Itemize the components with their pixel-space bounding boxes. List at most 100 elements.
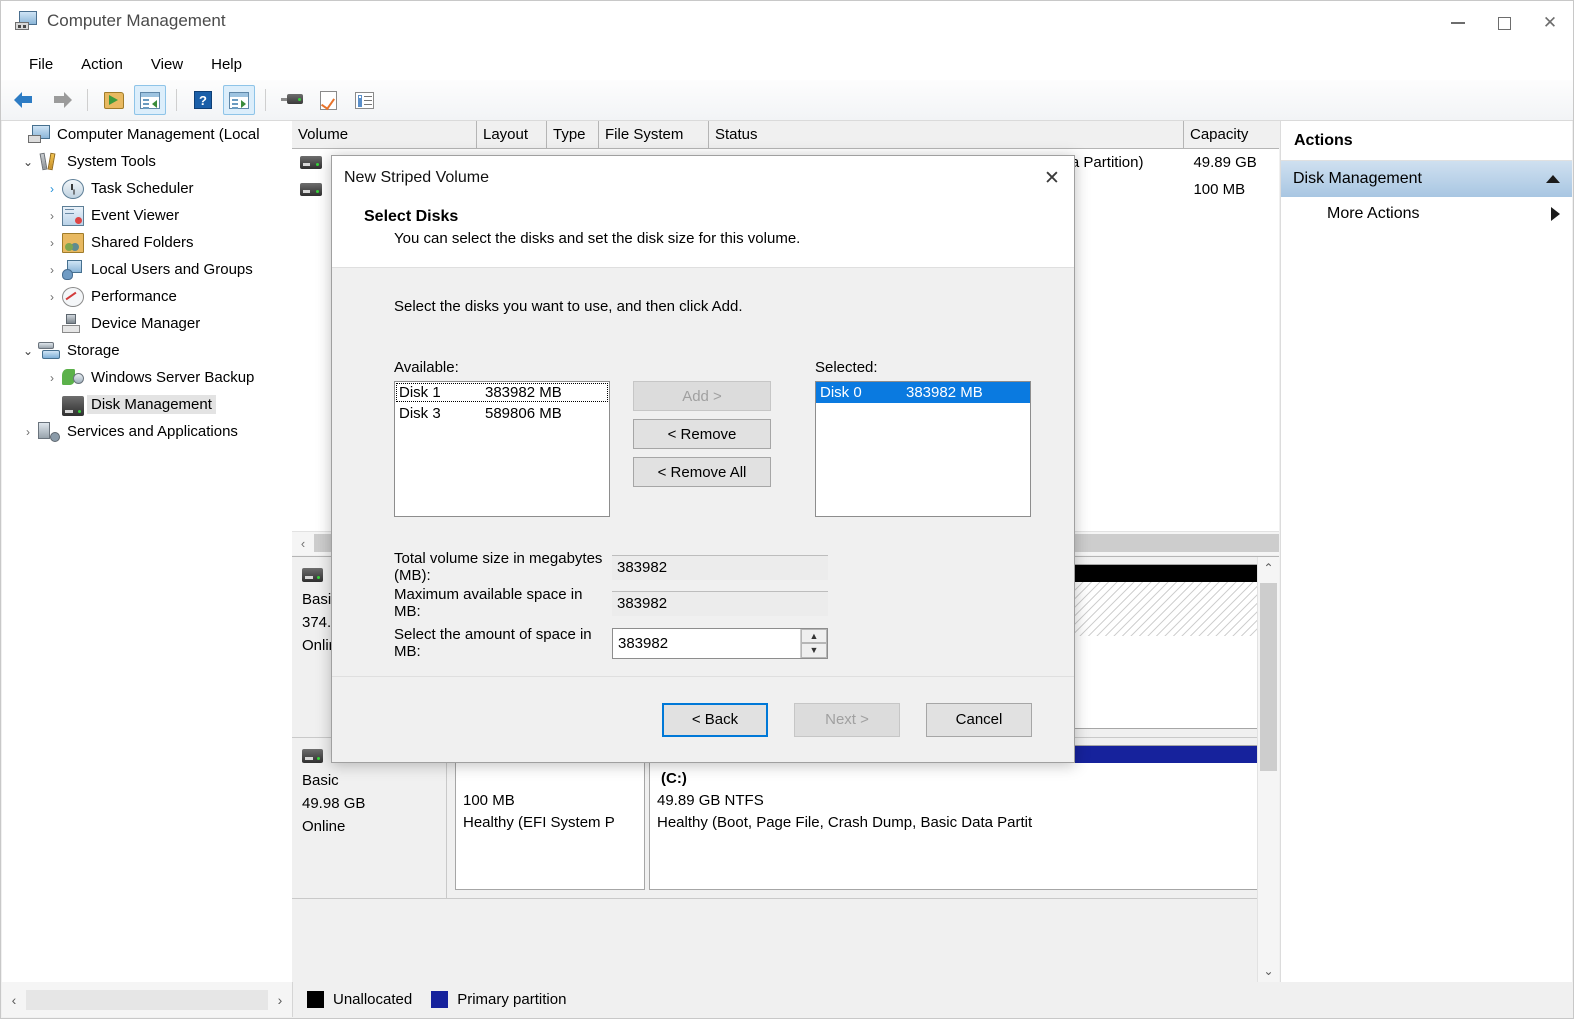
tree-item-computer-management[interactable]: Computer Management (Local	[2, 121, 292, 148]
stepper-down-icon[interactable]: ▼	[801, 643, 827, 658]
column-header-status[interactable]: Status	[709, 121, 1184, 148]
clock-icon	[62, 179, 84, 199]
scroll-up-icon[interactable]: ⌃	[1258, 557, 1279, 579]
list-view-button[interactable]	[348, 85, 380, 115]
list-view-icon	[355, 92, 374, 109]
available-label: Available:	[394, 359, 610, 376]
tree-item-services-and-applications[interactable]: › Services and Applications	[2, 418, 292, 445]
list-item[interactable]: Disk 3 589806 MB	[395, 403, 609, 424]
show-action-pane-button[interactable]	[223, 85, 255, 115]
column-header-type[interactable]: Type	[547, 121, 599, 148]
select-amount-of-space-stepper[interactable]: 383982 ▲ ▼	[612, 628, 828, 659]
tree-item-disk-management[interactable]: Disk Management	[2, 391, 292, 418]
column-header-layout[interactable]: Layout	[477, 121, 547, 148]
menu-view[interactable]: View	[137, 53, 197, 76]
minimize-button[interactable]	[1435, 1, 1481, 45]
column-header-capacity[interactable]: Capacity	[1184, 121, 1272, 148]
cancel-button[interactable]: Cancel	[926, 703, 1032, 737]
tree-item-performance[interactable]: › Performance	[2, 283, 292, 310]
next-button[interactable]: Next >	[794, 703, 900, 737]
remove-all-button[interactable]: < Remove All	[633, 457, 771, 487]
partition-status: Healthy (Boot, Page File, Crash Dump, Ba…	[657, 812, 1263, 834]
properties-button[interactable]	[312, 85, 344, 115]
tree-item-shared-folders[interactable]: › Shared Folders	[2, 229, 292, 256]
volume-capacity: 100 MB	[1193, 181, 1279, 198]
scroll-thumb[interactable]	[1260, 583, 1277, 771]
tree-item-label: Task Scheduler	[91, 180, 194, 197]
actions-group-disk-management[interactable]: Disk Management	[1281, 161, 1572, 197]
menu-action[interactable]: Action	[67, 53, 137, 76]
remove-button[interactable]: < Remove	[633, 419, 771, 449]
back-button[interactable]	[9, 85, 41, 115]
action-more-actions[interactable]: More Actions	[1281, 197, 1572, 231]
chevron-right-icon[interactable]: ›	[42, 209, 62, 223]
caret-up-icon[interactable]	[1546, 175, 1560, 183]
tree-item-task-scheduler[interactable]: › Task Scheduler	[2, 175, 292, 202]
dialog-title-bar: New Striped Volume ✕	[332, 156, 1074, 200]
scroll-down-icon[interactable]: ⌄	[1258, 960, 1279, 982]
tree-item-windows-server-backup[interactable]: › Windows Server Backup	[2, 364, 292, 391]
tree-item-device-manager[interactable]: Device Manager	[2, 310, 292, 337]
scroll-left-icon[interactable]: ‹	[2, 992, 26, 1008]
add-button[interactable]: Add >	[633, 381, 771, 411]
close-button[interactable]: ✕	[1527, 1, 1573, 45]
legend-label-primary: Primary partition	[457, 991, 566, 1008]
rescan-disks-button[interactable]	[276, 85, 308, 115]
disk-view-vertical-scrollbar[interactable]: ⌃ ⌄	[1257, 557, 1279, 982]
chevron-right-icon[interactable]: ›	[42, 263, 62, 277]
select-amount-of-space-label: Select the amount of space in MB:	[394, 626, 612, 660]
column-header-volume[interactable]: Volume	[292, 121, 477, 148]
available-disks-listbox[interactable]: Disk 1 383982 MB Disk 3 589806 MB	[394, 381, 610, 517]
help-button[interactable]: ?	[187, 85, 219, 115]
scroll-track[interactable]	[26, 990, 268, 1010]
list-item[interactable]: Disk 1 383982 MB	[395, 382, 609, 403]
chevron-right-icon[interactable]: ›	[42, 182, 62, 196]
chevron-down-icon[interactable]: ⌄	[18, 344, 38, 358]
partition-c[interactable]: (C:) 49.89 GB NTFS Healthy (Boot, Page F…	[649, 745, 1271, 890]
tree-item-local-users-and-groups[interactable]: › Local Users and Groups	[2, 256, 292, 283]
minimize-icon	[1451, 22, 1465, 23]
volume-icon	[300, 183, 322, 196]
volume-list-header: Volume Layout Type File System Status Ca…	[292, 121, 1279, 149]
partition-body: 100 MB Healthy (EFI System P	[456, 763, 644, 839]
up-one-level-button[interactable]	[98, 85, 130, 115]
toolbar-separator	[87, 89, 88, 111]
dialog-close-button[interactable]: ✕	[1030, 156, 1074, 200]
scroll-left-icon[interactable]: ‹	[292, 536, 314, 551]
dialog-heading: Select Disks	[364, 208, 1074, 226]
partition-efi[interactable]: 100 MB Healthy (EFI System P	[455, 745, 645, 890]
selected-disks-listbox[interactable]: Disk 0 383982 MB	[815, 381, 1031, 517]
tree-horizontal-scrollbar[interactable]: ‹ ›	[2, 982, 292, 1017]
bottom-bar: ‹ › Unallocated Primary partition	[2, 982, 1572, 1017]
forward-button[interactable]	[45, 85, 77, 115]
chevron-down-icon[interactable]: ⌄	[18, 155, 38, 169]
tree-item-storage[interactable]: ⌄ Storage	[2, 337, 292, 364]
show-hide-console-tree-icon	[140, 92, 160, 109]
up-folder-icon	[104, 92, 124, 109]
show-console-tree-button[interactable]	[134, 85, 166, 115]
maximize-button[interactable]	[1481, 1, 1527, 45]
action-label: More Actions	[1327, 205, 1419, 223]
stepper-up-icon[interactable]: ▲	[801, 629, 827, 644]
chevron-right-icon[interactable]: ›	[42, 371, 62, 385]
chevron-right-icon[interactable]: ›	[42, 290, 62, 304]
caret-right-icon[interactable]	[1551, 207, 1560, 221]
menu-help[interactable]: Help	[197, 53, 256, 76]
menu-file[interactable]: File	[15, 53, 67, 76]
toolbar: ?	[1, 80, 1573, 121]
back-button[interactable]: < Back	[662, 703, 768, 737]
users-icon	[62, 260, 84, 280]
available-disks-column: Available: Disk 1 383982 MB Disk 3 58980…	[394, 359, 610, 517]
chevron-right-icon[interactable]: ›	[42, 236, 62, 250]
tree-item-label: Windows Server Backup	[91, 369, 254, 386]
tree-item-event-viewer[interactable]: › Event Viewer	[2, 202, 292, 229]
scroll-right-icon[interactable]: ›	[268, 992, 292, 1008]
chevron-right-icon[interactable]: ›	[18, 425, 38, 439]
list-item[interactable]: Disk 0 383982 MB	[816, 382, 1030, 403]
select-amount-of-space-input[interactable]: 383982	[613, 635, 800, 652]
size-fields: Total volume size in megabytes (MB): 383…	[394, 549, 1074, 665]
column-header-file-system[interactable]: File System	[599, 121, 709, 148]
tree-item-system-tools[interactable]: ⌄ System Tools	[2, 148, 292, 175]
console-tree[interactable]: Computer Management (Local ⌄ System Tool…	[2, 121, 292, 982]
selected-label: Selected:	[815, 359, 1031, 376]
